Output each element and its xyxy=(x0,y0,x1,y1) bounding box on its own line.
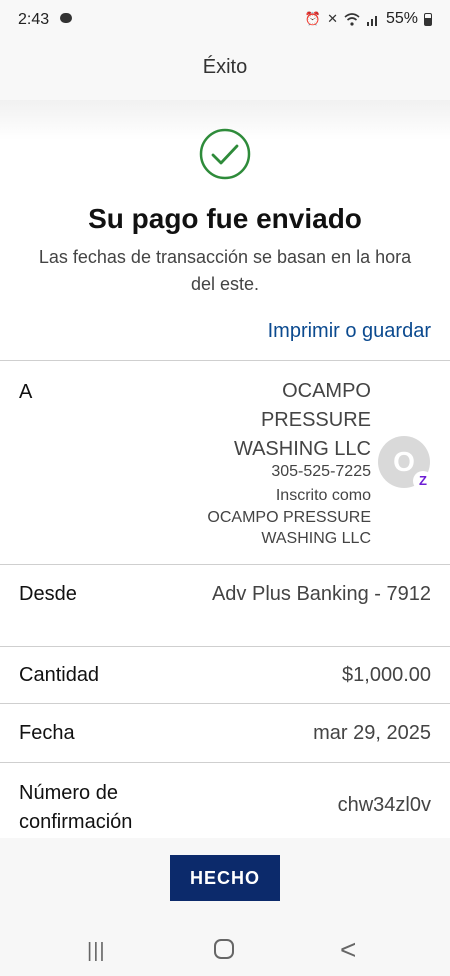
date-value: mar 29, 2025 xyxy=(313,722,431,744)
amount-label: Cantidad xyxy=(19,664,100,686)
success-section: Su pago fue enviado Las fechas de transa… xyxy=(0,100,450,360)
signal-icon xyxy=(366,15,377,26)
from-label: Desde xyxy=(19,583,77,605)
payee-phone: 305-525-7225 xyxy=(271,463,371,480)
divider xyxy=(0,703,450,704)
divider xyxy=(0,360,450,361)
divider xyxy=(0,762,450,763)
to-label: A xyxy=(19,381,33,403)
home-icon[interactable] xyxy=(214,939,234,959)
from-account: Adv Plus Banking - 7912 xyxy=(211,583,431,605)
battery-icon xyxy=(424,12,432,26)
enrolled-as-label: Inscrito como xyxy=(275,487,371,504)
enrolled-name-line2: WASHING LLC xyxy=(261,530,371,547)
divider xyxy=(0,564,450,565)
back-icon[interactable]: < xyxy=(340,934,356,966)
mute-icon: ✕ xyxy=(327,11,338,26)
date-label: Fecha xyxy=(19,722,75,744)
print-or-save-link[interactable]: Imprimir o guardar xyxy=(268,320,431,343)
status-bar: 2:43 ⏰ ✕ 55% xyxy=(0,0,450,40)
message-icon xyxy=(60,13,72,23)
check-circle-icon xyxy=(199,128,251,180)
status-icons: ⏰ ✕ 55% xyxy=(305,10,432,28)
payee-name: OCAMPO PRESSURE WASHING LLC xyxy=(233,380,371,460)
page-header: Éxito xyxy=(0,40,450,100)
success-subtitle: Las fechas de transacción se basan en la… xyxy=(38,247,412,294)
amount-value: $1,000.00 xyxy=(342,664,431,686)
zelle-badge-icon: Z xyxy=(413,471,433,491)
page-title: Éxito xyxy=(202,56,248,78)
alarm-icon: ⏰ xyxy=(304,11,322,26)
done-button[interactable]: HECHO xyxy=(170,855,280,901)
success-title: Su pago fue enviado xyxy=(88,203,362,234)
recents-icon[interactable]: ||| xyxy=(87,940,106,963)
confirmation-number: chw34zl0v xyxy=(337,794,431,816)
status-time: 2:43 xyxy=(18,11,50,28)
confirmation-label: Número de confirmación xyxy=(19,782,133,833)
wifi-icon xyxy=(344,12,360,26)
battery-percent: 55% xyxy=(385,10,418,27)
enrolled-name-line1: OCAMPO PRESSURE xyxy=(207,509,371,526)
divider xyxy=(0,646,450,647)
